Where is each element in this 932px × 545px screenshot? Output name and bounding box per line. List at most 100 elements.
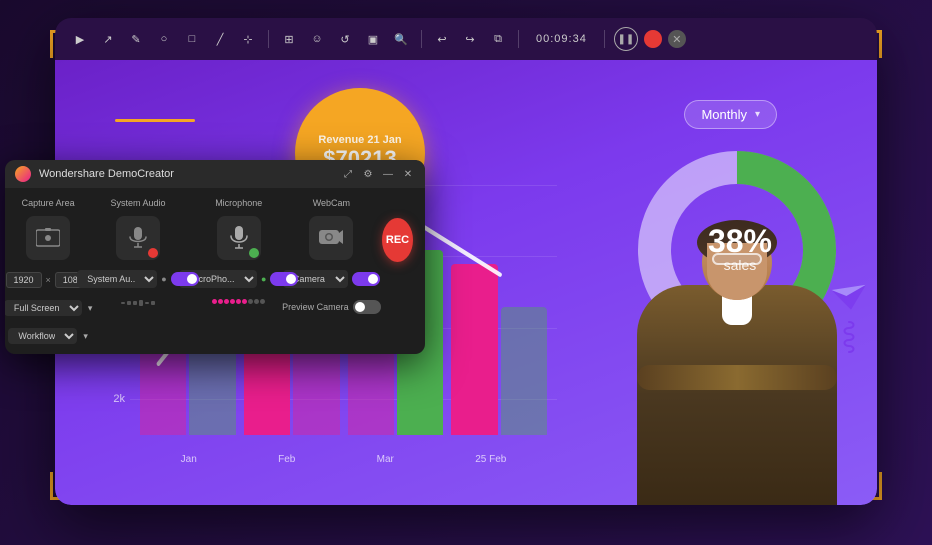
mic-level-dots xyxy=(212,299,265,304)
mic-active-dot: ● xyxy=(261,274,266,284)
panel-title: Wondershare DemoCreator xyxy=(39,168,333,180)
audio-section: System Audio System Au... ● xyxy=(95,198,180,306)
view-mode-select[interactable]: Full Screen Window Custom xyxy=(5,300,82,316)
toolbar-record-dot[interactable] xyxy=(644,30,662,48)
mic-dot-3 xyxy=(224,299,229,304)
toolbar-close-button[interactable]: ✕ xyxy=(668,30,686,48)
close-icon: ✕ xyxy=(672,33,681,46)
tool-rect[interactable]: □ xyxy=(181,28,203,50)
capture-section: Capture Area × Full Screen Window Custom xyxy=(17,198,79,344)
audio-bar-6 xyxy=(151,301,155,305)
panel-body: Capture Area × Full Screen Window Custom xyxy=(5,188,425,354)
preview-row: Preview Camera xyxy=(282,300,381,314)
toolbar: ▶ ↗ ✎ ○ □ ╱ ⊹ ⊞ ☺ ↺ ▣ 🔍 ↩ ↪ ⧉ 00:09:34 ❚… xyxy=(55,18,877,60)
mic-dot-4 xyxy=(230,299,235,304)
toolbar-sep-3 xyxy=(518,30,519,48)
tool-play[interactable]: ▶ xyxy=(69,28,91,50)
tool-export[interactable]: ⧉ xyxy=(487,28,509,50)
person-body xyxy=(637,285,837,505)
audio-bar-1 xyxy=(121,302,125,304)
capture-icon-box[interactable] xyxy=(26,216,70,260)
webcam-label: WebCam xyxy=(313,198,350,208)
revenue-label: Revenue 21 Jan xyxy=(318,134,401,146)
tool-grid[interactable]: ⊞ xyxy=(278,28,300,50)
mic-toggle[interactable] xyxy=(270,272,298,286)
panel-expand-button[interactable]: ⤢ xyxy=(341,167,355,181)
tool-rotate[interactable]: ↺ xyxy=(334,28,356,50)
donut-center-text: 38% sales xyxy=(708,225,772,273)
audio-icon xyxy=(128,227,148,249)
audio-mute-badge xyxy=(148,248,158,258)
tool-arrow[interactable]: ↗ xyxy=(97,28,119,50)
mic-dot-2 xyxy=(218,299,223,304)
panel-title-buttons: ⤢ ⚙ — ✕ xyxy=(341,167,415,181)
rec-button[interactable]: REC xyxy=(382,218,413,262)
webcam-toggle[interactable] xyxy=(352,272,380,286)
spiral-decoration xyxy=(841,320,857,355)
title-underline xyxy=(115,119,195,122)
tool-circle[interactable]: ○ xyxy=(153,28,175,50)
mic-active-badge xyxy=(249,248,259,258)
panel-settings-button[interactable]: ⚙ xyxy=(361,167,375,181)
mic-dot-9 xyxy=(260,299,265,304)
tool-pencil[interactable]: ✎ xyxy=(125,28,147,50)
audio-dropdown-row: System Au... ● xyxy=(77,270,198,288)
mic-dot-8 xyxy=(254,299,259,304)
audio-source-select[interactable]: System Au... xyxy=(77,270,157,288)
webcam-icon xyxy=(319,228,343,248)
mic-label: Microphone xyxy=(215,198,262,208)
x-label-25feb: 25 Feb xyxy=(475,454,506,465)
tool-emoji[interactable]: ☺ xyxy=(306,28,328,50)
audio-toggle[interactable] xyxy=(171,272,199,286)
tool-redo[interactable]: ↪ xyxy=(459,28,481,50)
panel-close-button[interactable]: ✕ xyxy=(401,167,415,181)
mic-dot-1 xyxy=(212,299,217,304)
tool-search[interactable]: 🔍 xyxy=(390,28,412,50)
resolution-width-input[interactable] xyxy=(6,272,42,288)
mic-icon xyxy=(230,226,248,250)
donut-label: sales xyxy=(708,257,772,273)
mic-icon-box[interactable] xyxy=(217,216,261,260)
audio-bar-2 xyxy=(127,301,131,305)
tool-copy[interactable]: ▣ xyxy=(362,28,384,50)
resolution-separator: × xyxy=(46,275,51,285)
mic-dot-5 xyxy=(236,299,241,304)
capture-icon xyxy=(36,228,60,248)
webcam-section: WebCam Camera Preview Camera xyxy=(297,198,366,314)
tool-line[interactable]: ╱ xyxy=(209,28,231,50)
webcam-icon-box[interactable] xyxy=(309,216,353,260)
audio-bar-5 xyxy=(145,302,149,305)
tool-undo[interactable]: ↩ xyxy=(431,28,453,50)
chart-x-labels: Jan Feb Mar 25 Feb xyxy=(130,454,557,465)
y-label-2k: 2k xyxy=(95,393,125,405)
tool-plus[interactable]: ⊹ xyxy=(237,28,259,50)
toolbar-sep-4 xyxy=(604,30,605,48)
mic-section: Microphone MicroPho... ● xyxy=(197,198,281,304)
toolbar-timer: 00:09:34 xyxy=(536,33,587,45)
pause-icon: ❚❚ xyxy=(617,34,634,45)
audio-level-bars xyxy=(121,300,155,306)
preview-toggle[interactable] xyxy=(353,300,381,314)
panel-titlebar: Wondershare DemoCreator ⤢ ⚙ — ✕ xyxy=(5,160,425,188)
capture-label: Capture Area xyxy=(22,198,75,208)
view-chevron-icon: ▾ xyxy=(88,303,93,314)
x-label-jan: Jan xyxy=(181,454,197,465)
mic-dot-6 xyxy=(242,299,247,304)
audio-icon-box[interactable] xyxy=(116,216,160,260)
x-label-mar: Mar xyxy=(377,454,394,465)
audio-bar-4 xyxy=(139,300,143,305)
view-mode-row: Full Screen Window Custom ▾ xyxy=(5,300,92,316)
workflow-select[interactable]: Workflow xyxy=(8,328,77,344)
toolbar-pause-button[interactable]: ❚❚ xyxy=(614,27,638,51)
workflow-row: Workflow ▾ xyxy=(8,328,88,344)
audio-label: System Audio xyxy=(110,198,165,208)
mic-dot-7 xyxy=(248,299,253,304)
person-arms xyxy=(637,365,837,390)
preview-label: Preview Camera xyxy=(282,302,349,312)
workflow-chevron-icon: ▾ xyxy=(83,331,88,342)
panel-minimize-button[interactable]: — xyxy=(381,167,395,181)
democreator-panel: Wondershare DemoCreator ⤢ ⚙ — ✕ Capture … xyxy=(5,160,425,354)
rec-label: REC xyxy=(386,234,409,246)
donut-percent: 38% xyxy=(708,225,772,257)
toolbar-sep-2 xyxy=(421,30,422,48)
